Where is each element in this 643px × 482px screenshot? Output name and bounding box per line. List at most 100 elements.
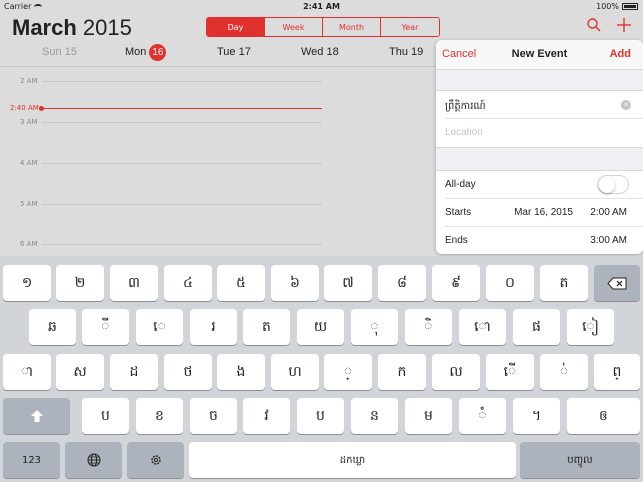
location-field[interactable]: Location <box>445 119 643 147</box>
key[interactable]: ី <box>82 309 129 345</box>
key[interactable]: យ <box>297 309 344 345</box>
all-day-label: All-day <box>445 179 476 190</box>
ends-row[interactable]: Ends 3:00 AM <box>445 227 643 254</box>
key[interactable]: ឲ <box>567 398 640 434</box>
year-label: 2015 <box>82 15 132 40</box>
key[interactable]: ដ <box>110 354 158 390</box>
hour-line <box>42 81 322 82</box>
day-tue[interactable]: Tue 17 <box>217 46 251 58</box>
battery-percent: 100% <box>596 2 619 11</box>
key[interactable]: ២ <box>56 265 104 301</box>
key[interactable]: ំ <box>459 398 506 434</box>
key[interactable]: ុ <box>351 309 398 345</box>
settings-key[interactable] <box>127 442 184 478</box>
status-bar: Carrier 2:41 AM 100% <box>0 0 643 13</box>
key[interactable]: ៩ <box>432 265 480 301</box>
key[interactable]: ១ <box>3 265 51 301</box>
search-icon[interactable] <box>586 17 602 33</box>
new-event-popover: Cancel New Event Add ព្រឹត្តិការណ៍ × Loc… <box>436 40 643 254</box>
key[interactable]: េ <box>136 309 183 345</box>
key[interactable]: ម <box>405 398 452 434</box>
hour-line <box>42 122 322 123</box>
key[interactable]: ា <box>3 354 51 390</box>
month-name: March <box>12 15 77 40</box>
key[interactable]: ខ <box>136 398 183 434</box>
key[interactable]: ៧ <box>324 265 372 301</box>
key[interactable]: ត <box>243 309 290 345</box>
segment-year[interactable]: Year <box>381 18 439 36</box>
key[interactable]: ។ <box>513 398 560 434</box>
key[interactable]: ្ <box>324 354 372 390</box>
day-sun[interactable]: Sun 15 <box>42 46 77 58</box>
key[interactable]: ល <box>432 354 480 390</box>
hour-label: 4 AM <box>20 159 38 167</box>
day-thu[interactable]: Thu 19 <box>389 46 423 58</box>
title-location-group: ព្រឹត្តិការណ៍ × Location <box>436 90 643 148</box>
day-wed[interactable]: Wed 18 <box>301 46 339 58</box>
key[interactable]: ផ <box>513 309 560 345</box>
starts-date: Mar 16, 2015 <box>514 207 573 218</box>
ends-time: 3:00 AM <box>590 235 627 246</box>
gear-icon <box>150 455 161 465</box>
key[interactable]: ៤ <box>164 265 212 301</box>
globe-key[interactable] <box>65 442 122 478</box>
key[interactable]: ើ <box>486 354 534 390</box>
toggle-knob <box>599 177 615 193</box>
key[interactable]: ប <box>82 398 129 434</box>
key[interactable]: ស <box>56 354 104 390</box>
segment-week[interactable]: Week <box>265 18 323 36</box>
current-time-label: 2:40 AM <box>10 104 39 112</box>
key[interactable]: ង <box>217 354 265 390</box>
event-title-value: ព្រឹត្តិការណ៍ <box>445 101 486 112</box>
hour-label: 3 AM <box>20 118 38 126</box>
key[interactable]: ប <box>297 398 344 434</box>
delete-key[interactable] <box>594 265 640 301</box>
key[interactable]: ច <box>190 398 237 434</box>
popover-nav-bar: Cancel New Event Add <box>436 40 643 70</box>
key[interactable]: ព្ <box>594 354 640 390</box>
day-mon[interactable]: Mon 16 <box>125 44 167 61</box>
key[interactable]: ៦ <box>271 265 319 301</box>
key[interactable]: ឆ <box>29 309 76 345</box>
hour-line <box>42 204 322 205</box>
plus-icon[interactable] <box>616 17 632 33</box>
starts-row[interactable]: Starts Mar 16, 2015 2:00 AM <box>445 199 643 227</box>
month-title[interactable]: March 2015 <box>12 15 132 41</box>
return-key[interactable]: បញ្ចូល <box>520 442 640 478</box>
hour-line <box>42 163 322 164</box>
event-title-field[interactable]: ព្រឹត្តិការណ៍ × <box>445 91 643 119</box>
clear-icon[interactable]: × <box>621 100 631 110</box>
all-day-row: All-day <box>445 171 643 199</box>
key[interactable]: ៣ <box>110 265 158 301</box>
khmer-keyboard: ១ ២ ៣ ៤ ៥ ៦ ៧ ៨ ៩ ០ ត ឆ ី េ រ ត យ ុ ិ ោ … <box>0 256 643 482</box>
all-day-toggle[interactable] <box>597 175 629 194</box>
key[interactable]: ់ <box>540 354 588 390</box>
key[interactable]: វ <box>243 398 290 434</box>
hour-label: 2 AM <box>20 77 38 85</box>
key[interactable]: ិ <box>405 309 452 345</box>
space-key[interactable]: ដកឃ្លា <box>189 442 516 478</box>
key[interactable]: ៀ <box>567 309 614 345</box>
key[interactable]: ត <box>540 265 588 301</box>
key[interactable]: ន <box>351 398 398 434</box>
segment-day[interactable]: Day <box>207 18 265 36</box>
key[interactable]: ថ <box>164 354 212 390</box>
globe-icon <box>87 453 100 467</box>
add-button[interactable]: Add <box>610 48 631 60</box>
key[interactable]: ៨ <box>378 265 426 301</box>
key[interactable]: ០ <box>486 265 534 301</box>
calendar-app: Carrier 2:41 AM 100% March 2015 Day Week… <box>0 0 643 482</box>
numbers-key[interactable]: 123 <box>3 442 60 478</box>
shift-key[interactable] <box>3 398 70 434</box>
key[interactable]: រ <box>190 309 237 345</box>
starts-time: 2:00 AM <box>590 207 627 218</box>
segment-month[interactable]: Month <box>323 18 381 36</box>
key[interactable]: ៥ <box>217 265 265 301</box>
ends-label: Ends <box>445 235 468 246</box>
key[interactable]: ហ <box>271 354 319 390</box>
today-badge: 16 <box>149 44 167 61</box>
key[interactable]: ក <box>378 354 426 390</box>
key[interactable]: ោ <box>459 309 506 345</box>
